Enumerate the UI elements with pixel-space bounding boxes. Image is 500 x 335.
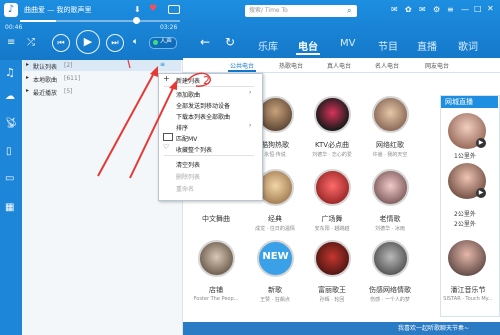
annotation-arrowhead-2	[169, 80, 177, 90]
annotation-arrow-2	[129, 85, 175, 179]
annotation-arrow-1	[97, 72, 155, 177]
annotation-number: 2	[203, 74, 210, 87]
annotation-arrowhead-1	[150, 66, 158, 77]
annotation-overlay	[97, 59, 211, 179]
annotation-mark	[127, 59, 131, 69]
